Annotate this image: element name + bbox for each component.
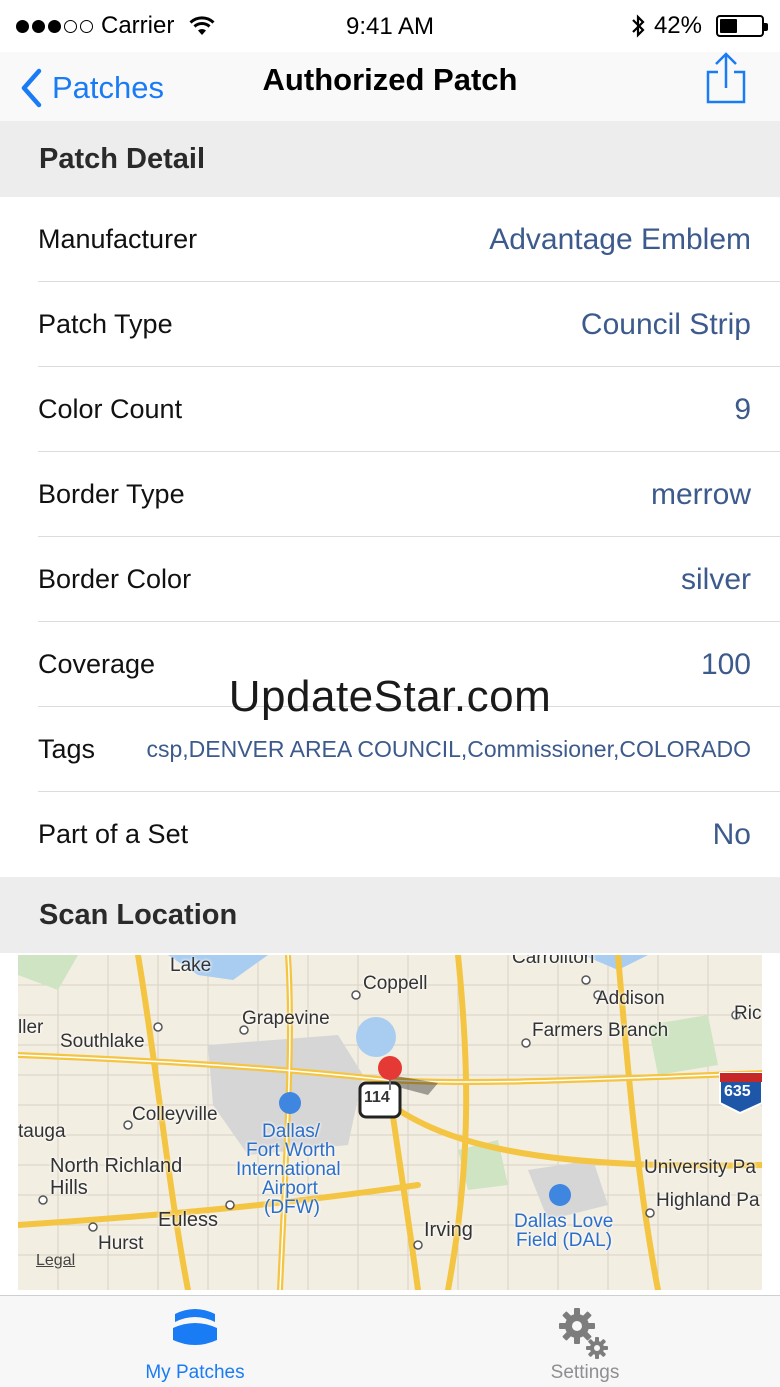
detail-value: silver	[680, 563, 751, 596]
tags-value: csp,DENVER AREA COUNCIL,Commissioner,COL…	[146, 736, 751, 762]
detail-label: Part of a Set	[38, 819, 189, 849]
map-label-ric: Ric	[734, 1003, 762, 1024]
scan-location-header: Scan Location	[0, 877, 780, 953]
patch-icon	[173, 1309, 217, 1345]
back-button[interactable]: Patches	[20, 60, 164, 116]
patch-detail-list: Manufacturer Advantage Emblem Patch Type…	[0, 197, 780, 877]
detail-row-color-count: Color Count 9	[38, 367, 780, 452]
map-label-southlake: Southlake	[60, 1031, 145, 1052]
map-label-euless: Euless	[158, 1209, 219, 1231]
tab-bar: My Patches Settings	[0, 1295, 780, 1387]
detail-value: Advantage Emblem	[489, 223, 751, 256]
map-legal-link[interactable]: Legal	[36, 1252, 75, 1270]
highway-114-shield: 114	[364, 1089, 390, 1106]
detail-label: Coverage	[38, 649, 156, 679]
detail-value: No	[712, 818, 751, 851]
chevron-left-icon	[21, 68, 42, 108]
navigation-bar: Patches Authorized Patch	[0, 52, 780, 122]
map-label-carrollton: Carrollton	[512, 955, 595, 968]
map-label-university-park: University Pa	[644, 1157, 756, 1178]
tab-settings[interactable]: Settings	[390, 1296, 780, 1387]
detail-label: Color Count	[38, 394, 183, 424]
map-label-irving: Irving	[424, 1219, 473, 1241]
patch-detail-header: Patch Detail	[0, 121, 780, 197]
tab-label: Settings	[550, 1362, 620, 1383]
status-right: 42%	[630, 12, 768, 40]
map-label-colleyville: Colleyville	[132, 1104, 218, 1125]
map-label-addison: Addison	[596, 988, 665, 1009]
map-label-tauga: tauga	[18, 1121, 66, 1142]
map-label-highland-park: Highland Pa	[656, 1190, 760, 1211]
detail-value: 9	[734, 393, 751, 426]
map-label-ller: ller	[18, 1017, 44, 1038]
map-label-dallas-love-2: Field (DAL)	[516, 1230, 613, 1251]
detail-label: Tags	[38, 734, 96, 764]
highway-635-shield: 635	[724, 1083, 751, 1100]
back-button-label: Patches	[52, 70, 165, 105]
detail-label: Patch Type	[38, 309, 173, 339]
detail-row-patch-type: Patch Type Council Strip	[38, 282, 780, 367]
map-label-dfw-5: (DFW)	[264, 1197, 320, 1218]
map-label-lake: Lake	[170, 955, 212, 976]
detail-value: merrow	[650, 478, 751, 511]
gear-icon	[559, 1308, 608, 1359]
detail-value: Council Strip	[580, 308, 751, 341]
scan-location-map[interactable]: Lake Coppell Carrollton Addison Ric Grap…	[18, 955, 762, 1290]
detail-row-border-color: Border Color silver	[38, 537, 780, 622]
map-label-farmers-branch: Farmers Branch	[532, 1020, 669, 1041]
detail-row-border-type: Border Type merrow	[38, 452, 780, 537]
detail-row-tags: Tags csp,DENVER AREA COUNCIL,Commissione…	[38, 707, 780, 792]
detail-label: Border Color	[38, 564, 192, 594]
map-label-grapevine: Grapevine	[242, 1008, 330, 1029]
tab-label: My Patches	[145, 1362, 245, 1383]
tab-my-patches[interactable]: My Patches	[0, 1296, 390, 1387]
map-label-coppell: Coppell	[363, 973, 428, 994]
detail-row-coverage: Coverage 100	[38, 622, 780, 707]
detail-row-part-of-set: Part of a Set No	[38, 792, 780, 877]
detail-label: Manufacturer	[38, 224, 198, 254]
battery-percent: 42%	[653, 12, 702, 39]
map-label-north-richland-1: North Richland	[50, 1155, 183, 1177]
share-icon[interactable]	[704, 52, 748, 106]
detail-row-manufacturer: Manufacturer Advantage Emblem	[38, 197, 780, 282]
map-label-hurst: Hurst	[98, 1233, 144, 1254]
bluetooth-icon	[632, 14, 645, 38]
map-label-north-richland-2: Hills	[50, 1177, 88, 1199]
status-bar: Carrier 9:41 AM 42%	[0, 0, 780, 52]
battery-icon	[716, 15, 768, 37]
detail-label: Border Type	[38, 479, 185, 509]
detail-value: 100	[700, 648, 751, 681]
